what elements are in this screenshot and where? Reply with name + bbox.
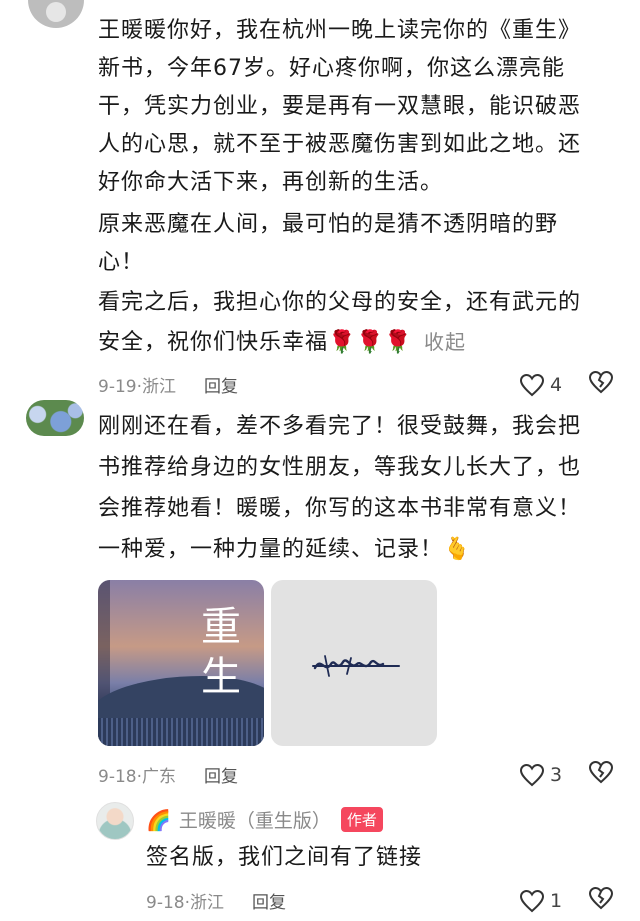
author-avatar[interactable] — [96, 802, 134, 840]
comment-line: 干，凭实力创业，要是再有一双慧眼，能识破恶 — [98, 94, 582, 119]
grass — [98, 718, 264, 746]
rose-emoji: 🌹 — [328, 330, 357, 355]
reply-meta: 9-18·浙江 回复 — [146, 888, 286, 913]
comment-line: 会推荐她看！暖暖，你写的这本书非常有意义！ — [98, 496, 582, 521]
dislike-button[interactable] — [588, 760, 614, 789]
author-badge: 作者 — [340, 807, 383, 832]
like-count: 4 — [550, 373, 563, 396]
like-count: 1 — [550, 889, 563, 912]
comment-last-line: 安全，祝你们快乐幸福🌹🌹🌹 收起 — [98, 323, 620, 362]
like-count: 3 — [550, 763, 563, 786]
avatar[interactable] — [26, 400, 84, 436]
date-location: 9-19·浙江 — [98, 377, 176, 397]
heart-outline-icon — [519, 373, 545, 396]
signature-image[interactable] — [271, 580, 437, 746]
comment-line: 安全，祝你们快乐幸福 — [98, 330, 329, 355]
broken-heart-icon — [588, 370, 614, 394]
like-button[interactable]: 1 — [519, 889, 564, 913]
collapse-link[interactable]: 收起 — [424, 330, 466, 354]
comment-actions: 3 — [519, 760, 614, 789]
broken-heart-icon — [588, 886, 614, 910]
comment-line: 心！ — [98, 250, 145, 275]
comment-line: 看完之后，我担心你的父母的安全，还有武元的 — [98, 290, 582, 315]
dislike-button[interactable] — [588, 886, 614, 915]
comment-meta: 9-18·广东 回复 — [98, 762, 238, 787]
comment-meta: 9-19·浙江 回复 — [98, 372, 238, 397]
comment-line: 书推荐给身边的女性朋友，等我女儿长大了，也 — [98, 455, 582, 480]
comment-line: 好你命大活下来，再创新的生活。 — [98, 170, 444, 195]
author-header: 🌈 王暖暖（重生版） 作者 — [146, 806, 383, 833]
comment-thread: 王暖暖你好，我在杭州一晚上读完你的《重生》 新书，今年67岁。好心疼你啊，你这么… — [0, 0, 640, 921]
rainbow-emoji: 🌈 — [146, 807, 171, 832]
signature-graphic — [312, 655, 400, 677]
heart-hands-emoji: 🫰 — [443, 537, 472, 562]
comment-line: 王暖暖你好，我在杭州一晚上读完你的《重生》 — [98, 18, 582, 43]
date-location: 9-18·浙江 — [146, 893, 224, 913]
avatar[interactable] — [28, 0, 84, 28]
author-name[interactable]: 王暖暖（重生版） — [179, 806, 331, 833]
comment-line: 原来恶魔在人间，最可怕的是猜不透阴暗的野 — [98, 212, 559, 237]
reply-button[interactable]: 回复 — [204, 762, 238, 787]
comment-line: 新书，今年67岁。好心疼你啊，你这么漂亮能 — [98, 56, 565, 81]
comment-last-line: 一种爱，一种力量的延续、记录！🫰 — [98, 531, 620, 569]
like-button[interactable]: 3 — [519, 763, 564, 787]
reply-actions: 1 — [519, 886, 614, 915]
like-button[interactable]: 4 — [519, 373, 564, 397]
comment-line: 一种爱，一种力量的延续、记录！ — [98, 537, 444, 562]
rose-emoji: 🌹 — [356, 330, 385, 355]
heart-outline-icon — [519, 889, 545, 912]
reply-button[interactable]: 回复 — [204, 372, 238, 397]
comment-line: 人的心思，就不至于被恶魔伤害到如此之地。还 — [98, 132, 582, 157]
reply-text: 签名版，我们之间有了链接 — [146, 845, 423, 870]
dislike-button[interactable] — [588, 370, 614, 399]
broken-heart-icon — [588, 760, 614, 784]
date-location: 9-18·广东 — [98, 767, 176, 787]
book-title: 重生 — [201, 604, 241, 700]
rose-emoji: 🌹 — [384, 330, 413, 355]
heart-outline-icon — [519, 763, 545, 786]
book-cover-image[interactable]: 重生 — [98, 580, 264, 746]
comment-line: 刚刚还在看，差不多看完了！很受鼓舞，我会把 — [98, 414, 582, 439]
reply-button[interactable]: 回复 — [252, 888, 286, 913]
comment-actions: 4 — [519, 370, 614, 399]
